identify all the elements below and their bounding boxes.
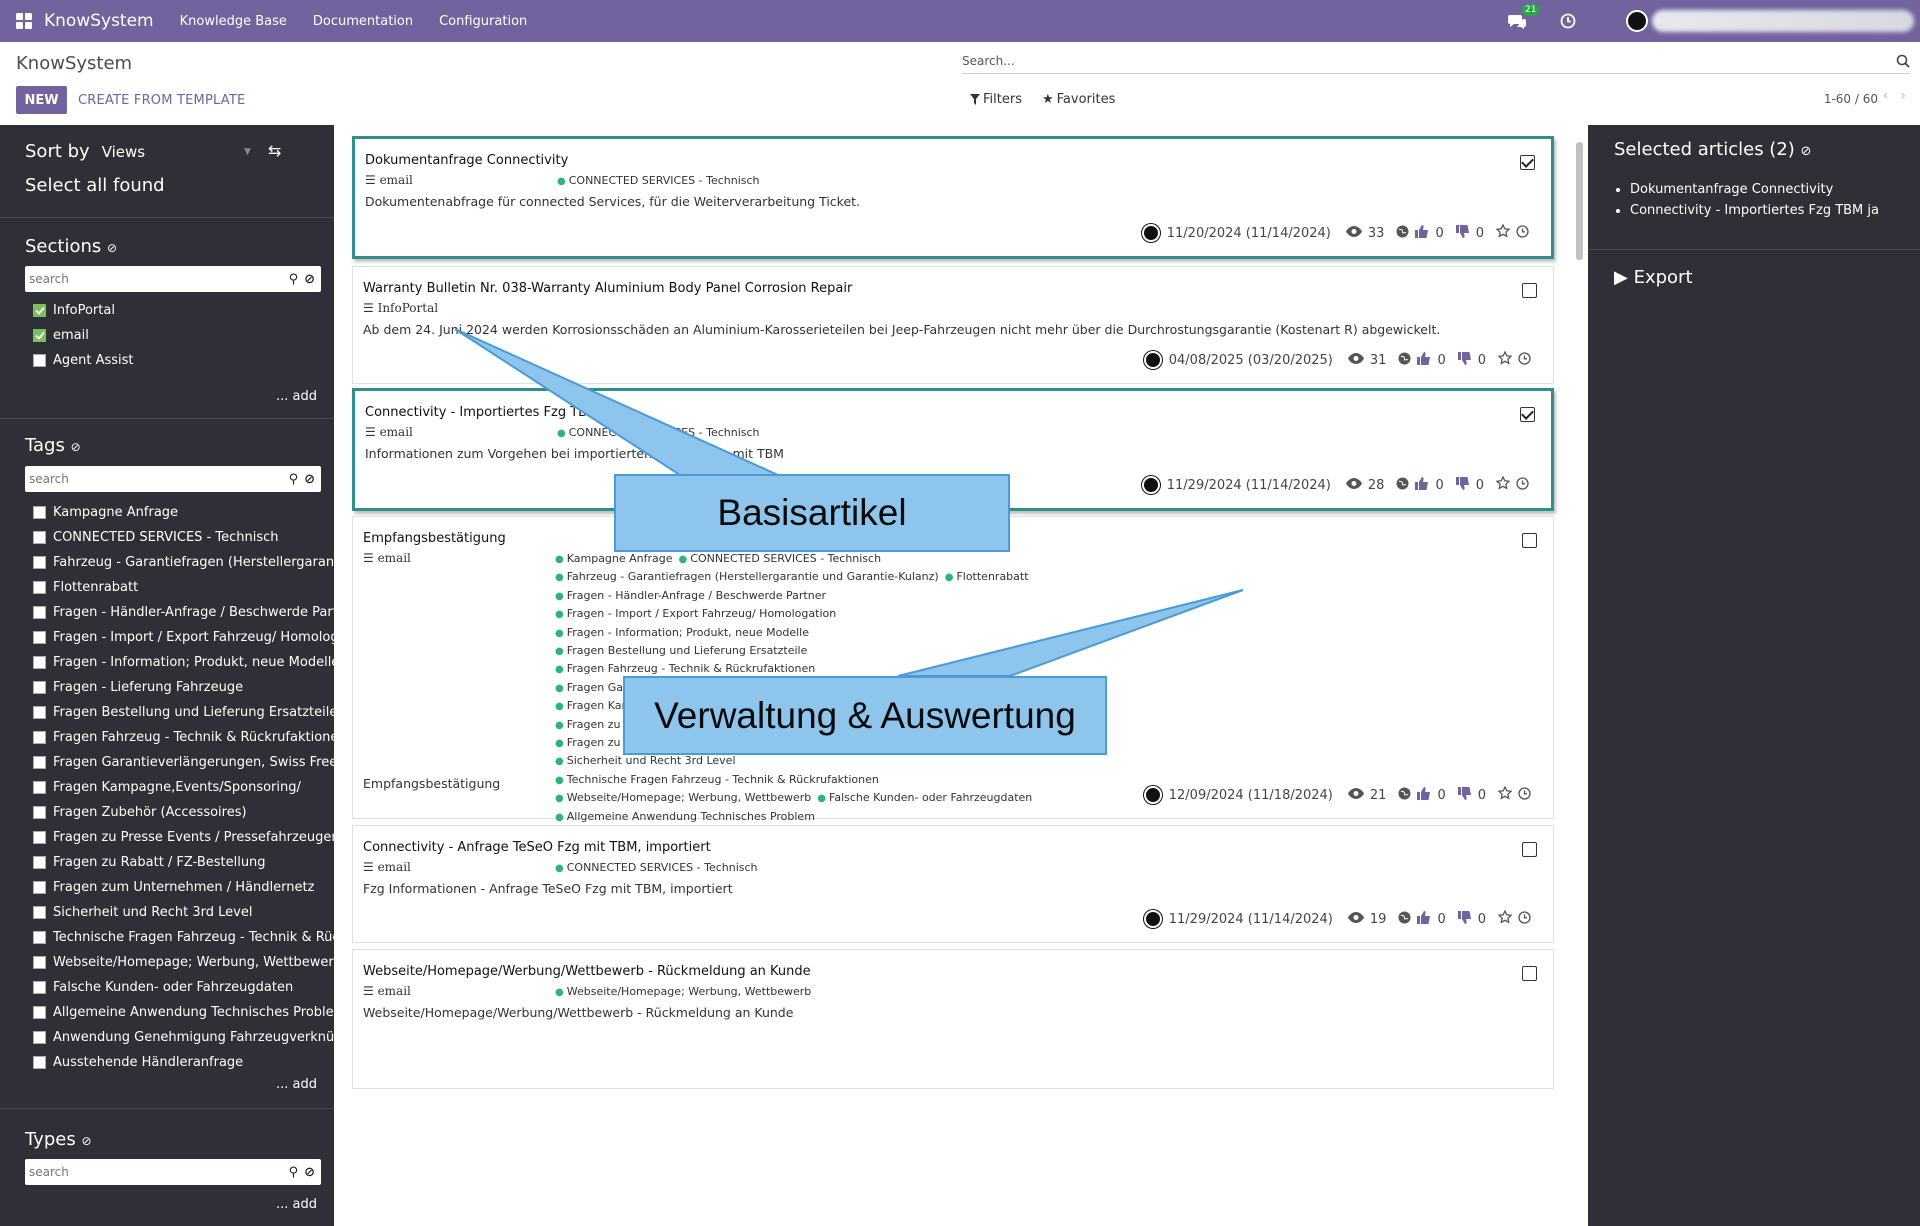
verwaltung-pointer [897, 589, 1244, 677]
app-root: KnowSystem Knowledge Base Documentation … [0, 0, 1920, 1226]
basisartikel-callout: Basisartikel [614, 474, 1010, 552]
verwaltung-callout: Verwaltung & Auswertung [623, 676, 1107, 755]
callout-pointers [454, 328, 1244, 677]
basisartikel-pointer [454, 328, 779, 476]
